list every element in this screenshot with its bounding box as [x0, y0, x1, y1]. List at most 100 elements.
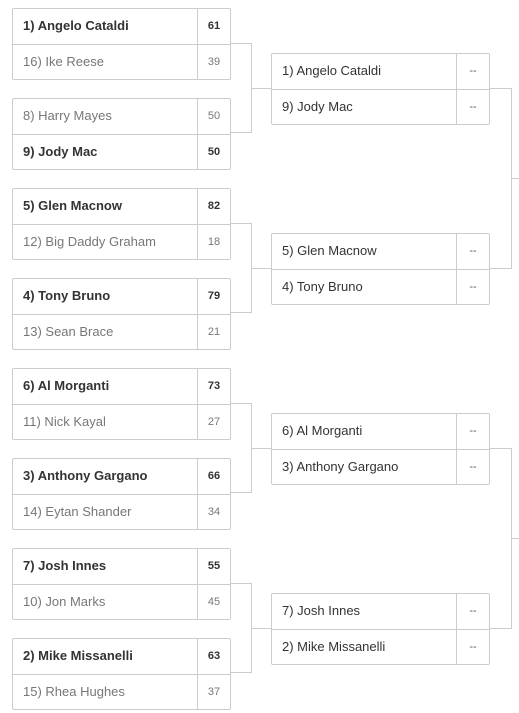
team-name: 10) Jon Marks [23, 594, 106, 609]
team-name: 4) Tony Bruno [282, 279, 363, 294]
bracket-connector [251, 447, 271, 449]
match-round2-2: 5) Glen Macnow -- 4) Tony Bruno -- [271, 233, 490, 305]
team-row[interactable]: 7) Josh Innes -- [272, 594, 489, 629]
match-round1-8: 2) Mike Missanelli 63 15) Rhea Hughes 37 [12, 638, 231, 710]
team-name: 7) Josh Innes [282, 603, 361, 618]
match-round1-4: 4) Tony Bruno 79 13) Sean Brace 21 [12, 278, 231, 350]
team-name: 1) Angelo Cataldi [282, 63, 382, 78]
team-score: 61 [197, 9, 230, 44]
team-name: 7) Josh Innes [23, 558, 107, 573]
bracket-connector [231, 583, 251, 584]
team-name: 13) Sean Brace [23, 324, 114, 339]
team-score: 27 [197, 405, 230, 439]
team-row[interactable]: 13) Sean Brace 21 [13, 314, 230, 349]
bracket-connector [251, 87, 271, 89]
team-row[interactable]: 9) Jody Mac -- [272, 89, 489, 124]
bracket-connector [251, 267, 271, 269]
match-round1-2: 8) Harry Mayes 50 9) Jody Mac 50 [12, 98, 231, 170]
team-score: 21 [197, 315, 230, 349]
team-row[interactable]: 3) Anthony Gargano -- [272, 449, 489, 484]
team-row[interactable]: 7) Josh Innes 55 [13, 549, 230, 584]
bracket-connector [490, 628, 511, 629]
team-name: 2) Mike Missanelli [282, 639, 386, 654]
team-score: -- [456, 234, 489, 269]
team-score: 37 [197, 675, 230, 709]
team-name: 15) Rhea Hughes [23, 684, 125, 699]
team-score: 50 [197, 135, 230, 169]
team-row[interactable]: 2) Mike Missanelli 63 [13, 639, 230, 674]
team-row[interactable]: 6) Al Morganti 73 [13, 369, 230, 404]
team-name: 14) Eytan Shander [23, 504, 132, 519]
bracket-connector [511, 178, 519, 179]
match-round1-1: 1) Angelo Cataldi 61 16) Ike Reese 39 [12, 8, 231, 80]
match-round2-3: 6) Al Morganti -- 3) Anthony Gargano -- [271, 413, 490, 485]
team-score: 18 [197, 225, 230, 259]
team-name: 3) Anthony Gargano [23, 468, 148, 483]
bracket-connector [490, 88, 511, 89]
team-name: 1) Angelo Cataldi [23, 18, 129, 33]
team-row[interactable]: 1) Angelo Cataldi 61 [13, 9, 230, 44]
bracket-connector [231, 132, 251, 133]
team-score: 73 [197, 369, 230, 404]
team-name: 6) Al Morganti [282, 423, 363, 438]
bracket-connector [490, 448, 511, 449]
bracket-connector [231, 312, 251, 313]
team-row[interactable]: 15) Rhea Hughes 37 [13, 674, 230, 709]
match-round2-1: 1) Angelo Cataldi -- 9) Jody Mac -- [271, 53, 490, 125]
team-name: 5) Glen Macnow [282, 243, 377, 258]
bracket-connector [231, 672, 251, 673]
team-name: 5) Glen Macnow [23, 198, 122, 213]
team-name: 3) Anthony Gargano [282, 459, 399, 474]
team-score: -- [456, 594, 489, 629]
team-name: 9) Jody Mac [282, 99, 353, 114]
team-row[interactable]: 4) Tony Bruno -- [272, 269, 489, 304]
team-row[interactable]: 1) Angelo Cataldi -- [272, 54, 489, 89]
team-score: 34 [197, 495, 230, 529]
bracket-connector [231, 43, 251, 44]
team-name: 12) Big Daddy Graham [23, 234, 156, 249]
team-name: 2) Mike Missanelli [23, 648, 133, 663]
match-round1-6: 3) Anthony Gargano 66 14) Eytan Shander 34 [12, 458, 231, 530]
team-row[interactable]: 2) Mike Missanelli -- [272, 629, 489, 664]
team-row[interactable]: 5) Glen Macnow 82 [13, 189, 230, 224]
team-name: 9) Jody Mac [23, 144, 98, 159]
bracket-connector [490, 268, 511, 269]
team-row[interactable]: 8) Harry Mayes 50 [13, 99, 230, 134]
bracket-connector [231, 492, 251, 493]
match-round1-3: 5) Glen Macnow 82 12) Big Daddy Graham 18 [12, 188, 231, 260]
match-round2-4: 7) Josh Innes -- 2) Mike Missanelli -- [271, 593, 490, 665]
team-row[interactable]: 3) Anthony Gargano 66 [13, 459, 230, 494]
team-name: 6) Al Morganti [23, 378, 110, 393]
team-score: 63 [197, 639, 230, 674]
team-row[interactable]: 6) Al Morganti -- [272, 414, 489, 449]
team-score: 45 [197, 585, 230, 619]
team-row[interactable]: 12) Big Daddy Graham 18 [13, 224, 230, 259]
team-score: -- [456, 90, 489, 124]
bracket-connector [511, 538, 519, 539]
team-name: 11) Nick Kayal [23, 414, 106, 429]
team-score: 50 [197, 99, 230, 134]
team-row[interactable]: 16) Ike Reese 39 [13, 44, 230, 79]
team-row[interactable]: 4) Tony Bruno 79 [13, 279, 230, 314]
team-score: 39 [197, 45, 230, 79]
team-score: 55 [197, 549, 230, 584]
team-score: -- [456, 450, 489, 484]
team-score: 66 [197, 459, 230, 494]
team-score: 79 [197, 279, 230, 314]
team-row[interactable]: 5) Glen Macnow -- [272, 234, 489, 269]
team-score: -- [456, 54, 489, 89]
team-score: 82 [197, 189, 230, 224]
team-row[interactable]: 11) Nick Kayal 27 [13, 404, 230, 439]
team-row[interactable]: 10) Jon Marks 45 [13, 584, 230, 619]
team-name: 4) Tony Bruno [23, 288, 111, 303]
team-score: -- [456, 630, 489, 664]
team-row[interactable]: 9) Jody Mac 50 [13, 134, 230, 169]
team-name: 8) Harry Mayes [23, 108, 112, 123]
match-round1-7: 7) Josh Innes 55 10) Jon Marks 45 [12, 548, 231, 620]
match-round1-5: 6) Al Morganti 73 11) Nick Kayal 27 [12, 368, 231, 440]
team-name: 16) Ike Reese [23, 54, 104, 69]
bracket-connector [231, 223, 251, 224]
team-score: -- [456, 414, 489, 449]
team-row[interactable]: 14) Eytan Shander 34 [13, 494, 230, 529]
bracket-connector [231, 403, 251, 404]
